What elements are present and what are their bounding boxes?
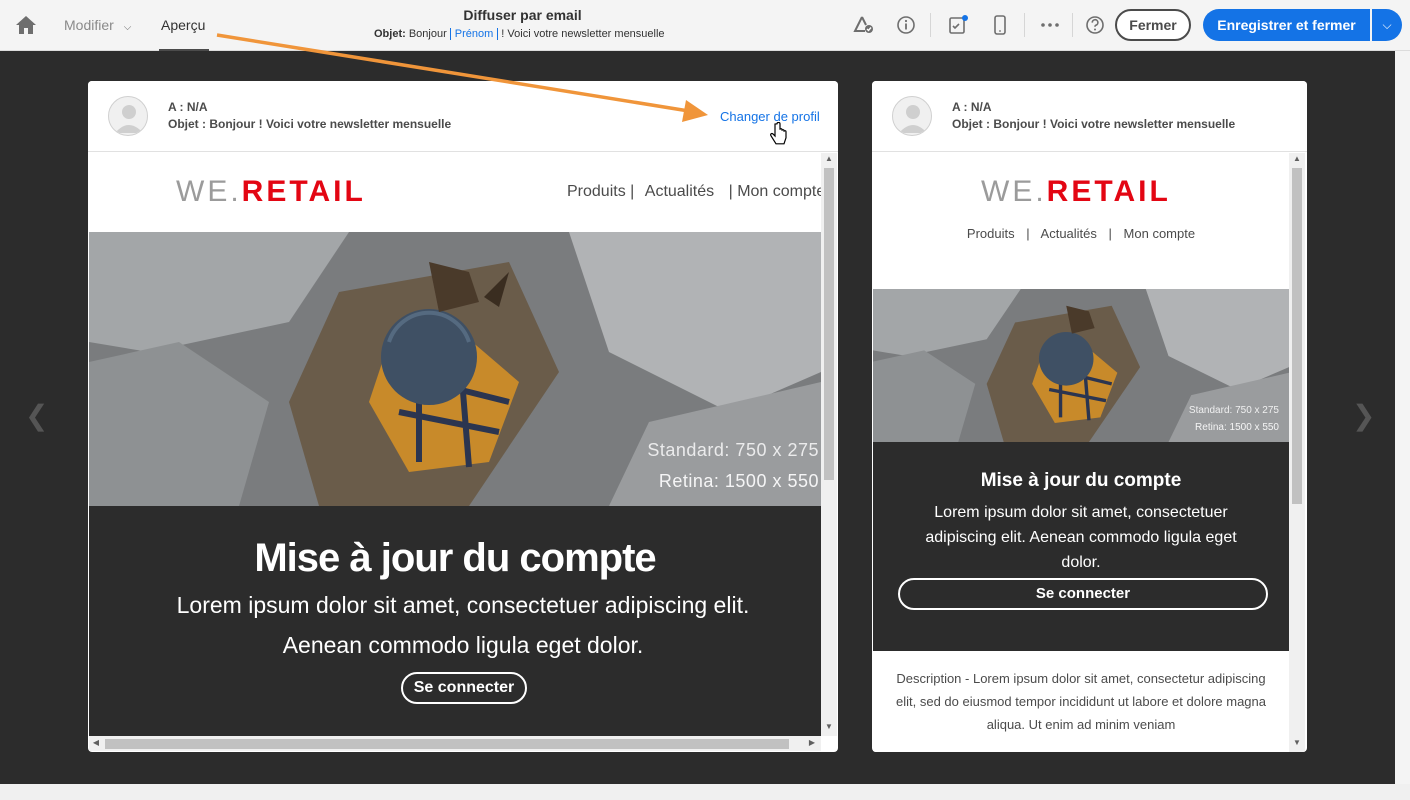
section-body: Lorem ipsum dolor sit amet, consectetuer… <box>925 504 1237 571</box>
page-horizontal-scrollbar[interactable] <box>0 784 1410 800</box>
scroll-down-icon[interactable]: ▼ <box>821 722 837 732</box>
nav-separator: | <box>1108 226 1112 241</box>
scrollbar-thumb[interactable] <box>105 739 789 749</box>
vertical-scrollbar[interactable]: ▲ ▼ <box>1289 153 1305 752</box>
hero-caption-retina: Retina: 1500 x 550 <box>658 471 819 491</box>
scroll-left-icon[interactable]: ◀ <box>91 738 101 748</box>
sign-in-button[interactable]: Se connecter <box>898 578 1268 610</box>
hero-image: Standard: 750 x 275 Retina: 1500 x 550 <box>873 289 1289 442</box>
annotation-arrow <box>216 33 708 122</box>
hero-caption-standard: Standard: 750 x 275 <box>1188 405 1279 416</box>
nav-item-news[interactable]: Actualités <box>1041 226 1097 241</box>
hero-image: Standard: 750 x 275 Retina: 1500 x 550 <box>89 232 821 506</box>
section-line-1: Lorem ipsum dolor sit amet, consectetuer… <box>176 592 750 618</box>
scroll-down-icon[interactable]: ▼ <box>1289 738 1305 748</box>
section-title: Mise à jour du compte <box>254 536 656 580</box>
hero-caption-standard: Standard: 750 x 275 <box>647 440 819 460</box>
nav-item-products[interactable]: Produits <box>967 226 1015 241</box>
horizontal-scrollbar[interactable]: ◀ ▶ <box>89 736 821 751</box>
hand-cursor-icon <box>769 121 789 148</box>
scrollbar-thumb[interactable] <box>824 168 834 480</box>
vertical-scrollbar[interactable]: ▲ ▼ <box>821 153 837 736</box>
hero-photo <box>89 232 821 506</box>
email-nav: Produits | Actualités | Mon compte <box>873 226 1289 241</box>
hero-caption-retina: Retina: 1500 x 550 <box>1195 422 1279 433</box>
account-update-section: Mise à jour du compte Lorem ipsum dolor … <box>89 506 821 736</box>
scroll-right-icon[interactable]: ▶ <box>807 738 817 748</box>
nav-item-account[interactable]: Mon compte <box>1124 226 1196 241</box>
description-text: Description - Lorem ipsum dolor sit amet… <box>896 671 1266 732</box>
sign-in-button[interactable]: Se connecter <box>401 672 527 704</box>
next-arrow-icon[interactable]: ❯ <box>1352 400 1375 432</box>
section-title: Mise à jour du compte <box>980 470 1182 491</box>
nav-separator: | <box>1026 226 1030 241</box>
window-right-edge <box>1395 51 1410 784</box>
email-desktop-render: WE.RETAIL Produits | Actualités | Mon co… <box>89 153 821 736</box>
email-mobile-render: WE.RETAIL Produits | Actualités | Mon co… <box>873 153 1289 752</box>
scrollbar-thumb[interactable] <box>1292 168 1302 504</box>
hero-photo <box>873 289 1289 442</box>
section-line-2: Aenean commodo ligula eget dolor. <box>282 632 644 658</box>
previous-arrow-icon[interactable]: ❮ <box>25 400 48 432</box>
account-update-section: Mise à jour du compte Lorem ipsum dolor … <box>873 442 1289 651</box>
